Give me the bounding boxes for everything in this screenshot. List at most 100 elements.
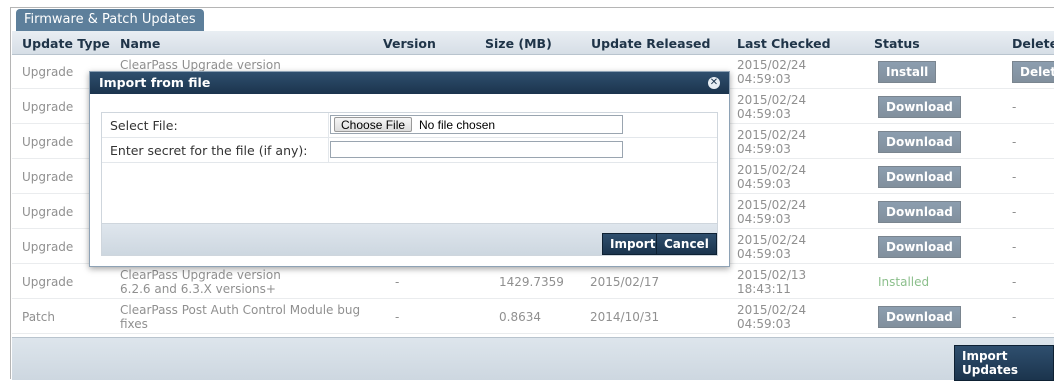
status-cell: Download — [878, 201, 961, 223]
divider — [328, 138, 329, 162]
name-line-1: ClearPass Upgrade version — [120, 268, 281, 282]
download-button[interactable]: Download — [878, 201, 961, 223]
no-file-text: No file chosen — [419, 118, 496, 132]
last-checked-cell: 2015/02/24 04:59:03 — [737, 128, 806, 156]
choose-file-button[interactable]: Choose File — [334, 117, 413, 132]
name-cell: ClearPass Upgrade version — [120, 58, 281, 72]
checked-time: 04:59:03 — [737, 212, 791, 226]
download-button[interactable]: Download — [878, 236, 961, 258]
checked-time: 04:59:03 — [737, 247, 791, 261]
col-header-version[interactable]: Version — [383, 36, 436, 51]
checked-date: 2015/02/24 — [737, 128, 807, 142]
divider — [328, 113, 329, 137]
col-header-released[interactable]: Update Released — [591, 36, 710, 51]
update-type-cell: Upgrade — [22, 100, 74, 114]
secret-label: Enter secret for the file (if any): — [110, 143, 308, 158]
status-cell: Download — [878, 306, 961, 328]
col-header-size[interactable]: Size (MB) — [485, 36, 552, 51]
col-header-status[interactable]: Status — [874, 36, 920, 51]
delete-cell: - — [1012, 205, 1017, 219]
table-row: Upgrade ClearPass Upgrade version 6.2.6 an… — [12, 265, 1054, 299]
status-cell: Download — [878, 166, 961, 188]
status-cell: Download — [878, 131, 961, 153]
update-type-cell: Upgrade — [22, 135, 74, 149]
name-line-1: ClearPass Upgrade version — [120, 58, 281, 72]
checked-date: 2015/02/24 — [737, 163, 807, 177]
checked-date: 2015/02/13 — [737, 268, 807, 282]
file-input[interactable]: Choose File No file chosen — [330, 115, 623, 134]
status-cell: Download — [878, 96, 961, 118]
name-line-1: ClearPass Post Auth Control Module bug — [120, 303, 361, 317]
download-button[interactable]: Download — [878, 131, 961, 153]
import-updates-button[interactable]: Import Updates — [954, 345, 1054, 381]
checked-time: 04:59:03 — [737, 72, 791, 86]
table-header: Update Type Name Version Size (MB) Updat… — [12, 31, 1054, 55]
update-type-cell: Upgrade — [22, 275, 74, 289]
update-type-cell: Upgrade — [22, 240, 74, 254]
checked-date: 2015/02/24 — [737, 233, 807, 247]
col-header-checked[interactable]: Last Checked — [737, 36, 831, 51]
version-cell: - — [395, 310, 400, 324]
install-button[interactable]: Install — [878, 61, 937, 83]
cancel-button[interactable]: Cancel — [656, 233, 717, 255]
download-button[interactable]: Download — [878, 306, 961, 328]
released-cell: 2014/10/31 — [590, 310, 660, 324]
panel-title-tab: Firmware & Patch Updates — [16, 9, 204, 31]
name-cell: ClearPass Upgrade version 6.2.6 and 6.3.X… — [120, 268, 281, 296]
delete-cell: - — [1012, 310, 1017, 324]
checked-date: 2015/02/24 — [737, 58, 807, 72]
size-cell: 1429.7359 — [499, 275, 564, 289]
last-checked-cell: 2015/02/24 04:59:03 — [737, 233, 806, 261]
size-cell: 0.8634 — [499, 310, 541, 324]
import-dialog: Import from file ✕ Select File: Choose F… — [89, 71, 730, 267]
checked-time: 04:59:03 — [737, 317, 791, 331]
name-line-2: 6.2.6 and 6.3.X versions+ — [120, 282, 276, 296]
last-checked-cell: 2015/02/24 04:59:03 — [737, 303, 806, 331]
last-checked-cell: 2015/02/24 04:59:03 — [737, 58, 806, 86]
delete-cell: - — [1012, 170, 1017, 184]
last-checked-cell: 2015/02/13 18:43:11 — [737, 268, 806, 296]
status-text: Installed — [878, 275, 930, 289]
import-form: Select File: Choose File No file chosen … — [101, 112, 718, 224]
select-file-row: Select File: Choose File No file chosen — [102, 113, 717, 138]
delete-cell: - — [1012, 100, 1017, 114]
secret-row: Enter secret for the file (if any): — [102, 138, 717, 163]
version-cell: - — [395, 275, 400, 289]
name-line-2: fixes — [120, 317, 148, 331]
delete-cell: - — [1012, 275, 1017, 289]
dialog-title: Import from file — [99, 75, 211, 90]
col-header-type[interactable]: Update Type — [22, 36, 110, 51]
download-button[interactable]: Download — [878, 96, 961, 118]
released-cell: 2015/02/17 — [590, 275, 660, 289]
last-checked-cell: 2015/02/24 04:59:03 — [737, 198, 806, 226]
update-type-cell: Upgrade — [22, 65, 74, 79]
col-header-name[interactable]: Name — [120, 36, 160, 51]
status-cell: Download — [878, 236, 961, 258]
update-type-cell: Upgrade — [22, 205, 74, 219]
delete-cell: - — [1012, 240, 1017, 254]
table-footer: Import Updates — [12, 337, 1054, 381]
download-button[interactable]: Download — [878, 166, 961, 188]
name-cell: ClearPass Post Auth Control Module bug fi… — [120, 303, 360, 331]
checked-date: 2015/02/24 — [737, 93, 807, 107]
table-row: Patch ClearPass Post Auth Control Module … — [12, 300, 1054, 334]
dialog-footer: Import Cancel — [101, 224, 718, 256]
last-checked-cell: 2015/02/24 04:59:03 — [737, 163, 806, 191]
select-file-label: Select File: — [110, 118, 178, 133]
delete-button[interactable]: Delete — [1012, 61, 1054, 83]
status-cell: Install — [878, 61, 937, 83]
close-icon[interactable]: ✕ — [708, 77, 720, 89]
last-checked-cell: 2015/02/24 04:59:03 — [737, 93, 806, 121]
checked-time: 18:43:11 — [737, 282, 791, 296]
delete-cell: - — [1012, 135, 1017, 149]
update-type-cell: Upgrade — [22, 170, 74, 184]
secret-input[interactable] — [330, 141, 623, 158]
checked-time: 04:59:03 — [737, 107, 791, 121]
checked-date: 2015/02/24 — [737, 303, 807, 317]
dialog-title-bar: Import from file ✕ — [90, 72, 729, 94]
checked-time: 04:59:03 — [737, 142, 791, 156]
import-button[interactable]: Import — [602, 233, 664, 255]
delete-cell: Delete — [1012, 61, 1054, 83]
col-header-delete[interactable]: Delete — [1012, 36, 1054, 51]
update-type-cell: Patch — [22, 310, 55, 324]
